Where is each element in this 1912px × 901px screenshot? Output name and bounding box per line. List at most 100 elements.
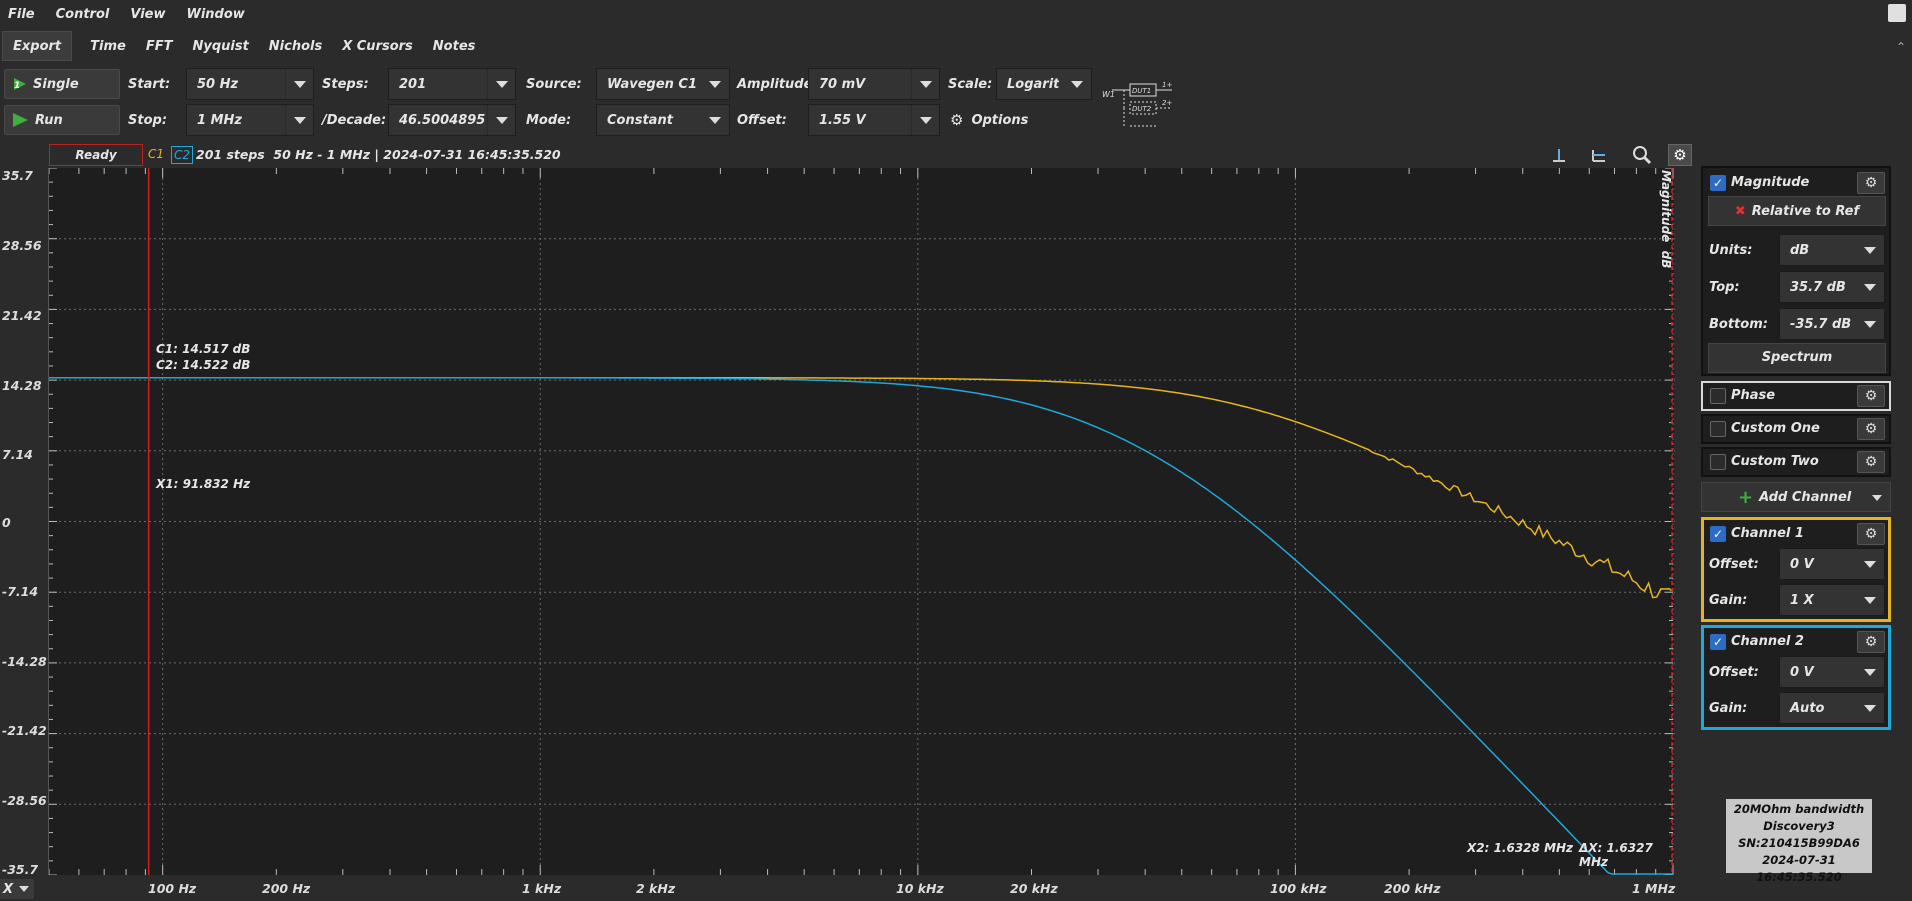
- menu-bar: File Control View Window: [0, 0, 1912, 28]
- ch1-gain-value: 1 X: [1790, 592, 1814, 608]
- chevron-down-icon[interactable]: [285, 69, 313, 99]
- magnitude-gear-icon[interactable]: ⚙: [1857, 172, 1885, 194]
- stop-field[interactable]: 1 MHz: [186, 104, 314, 136]
- channel-c1-badge[interactable]: C1: [148, 147, 164, 161]
- bode-plot: [49, 168, 1675, 875]
- scale-select[interactable]: Logarith: [996, 68, 1092, 100]
- ch1-offset-field[interactable]: 0 V: [1779, 548, 1885, 580]
- custom-one-gear-icon[interactable]: ⚙: [1857, 418, 1885, 440]
- menu-window[interactable]: Window: [186, 7, 244, 22]
- y-tick-label: 21.42: [2, 308, 42, 323]
- chevron-down-icon[interactable]: [1856, 693, 1884, 723]
- decade-label: /Decade:: [322, 112, 387, 128]
- start-field[interactable]: 50 Hz: [186, 68, 314, 100]
- channel-2-trace: [49, 376, 1673, 875]
- chevron-down-icon[interactable]: [285, 105, 313, 135]
- cursor-tool-icon[interactable]: [1550, 146, 1568, 164]
- steps-field[interactable]: 201: [388, 68, 516, 100]
- add-channel-label: Add Channel: [1759, 489, 1852, 505]
- spectrum-button[interactable]: Spectrum: [1708, 343, 1886, 373]
- chevron-down-icon[interactable]: [1856, 235, 1884, 265]
- offset-value: 1.55 V: [819, 112, 866, 128]
- plot-area[interactable]: C1: 14.517 dB C2: 14.522 dB X1: 91.832 H…: [48, 168, 1675, 875]
- options-button[interactable]: ⚙ Options: [950, 105, 1028, 135]
- channel-c2-badge[interactable]: C2: [171, 146, 193, 164]
- amplitude-field[interactable]: 70 mV: [808, 68, 940, 100]
- channel-1-gear-icon[interactable]: ⚙: [1857, 523, 1885, 545]
- custom-two-gear-icon[interactable]: ⚙: [1857, 451, 1885, 473]
- ch2-offset-field[interactable]: 0 V: [1779, 656, 1885, 688]
- chevron-down-icon[interactable]: [1856, 585, 1884, 615]
- chevron-down-icon[interactable]: [487, 69, 515, 99]
- chevron-down-icon[interactable]: [1063, 69, 1091, 99]
- y-tick-label: 35.7: [2, 168, 33, 183]
- chevron-down-icon[interactable]: [1856, 549, 1884, 579]
- cursor-x2-readout: X2: 1.6328 MHz: [1467, 841, 1574, 855]
- custom-two-checkbox[interactable]: [1710, 454, 1726, 470]
- chevron-down-icon[interactable]: [911, 105, 939, 135]
- plot-grid: [49, 168, 1675, 875]
- cursor-c2-readout: C2: 14.522 dB: [156, 358, 251, 372]
- tab-export[interactable]: Export: [2, 31, 73, 61]
- single-button[interactable]: 1 Single: [4, 69, 120, 99]
- chevron-down-icon[interactable]: [487, 105, 515, 135]
- panel-pin-icon[interactable]: ⌃: [1896, 40, 1906, 54]
- scale-label: Scale:: [948, 76, 993, 92]
- custom-one-checkbox[interactable]: [1710, 421, 1726, 437]
- single-icon: 1: [14, 78, 26, 91]
- ch1-gain-select[interactable]: 1 X: [1779, 584, 1885, 616]
- y-tick-label: -35.7: [2, 862, 39, 877]
- source-label: Source:: [526, 76, 582, 92]
- tab-nichols[interactable]: Nichols: [259, 31, 332, 61]
- custom-one-group: Custom One ⚙: [1701, 414, 1891, 444]
- magnitude-checkbox[interactable]: ✓: [1710, 175, 1726, 191]
- plot-settings-gear-icon[interactable]: ⚙: [1668, 144, 1692, 166]
- menu-control[interactable]: Control: [56, 7, 110, 22]
- chevron-down-icon[interactable]: [911, 69, 939, 99]
- x-tick-label: 1 MHz: [1632, 881, 1676, 896]
- units-select[interactable]: dB: [1779, 234, 1885, 266]
- channel-2-checkbox[interactable]: ✓: [1710, 634, 1726, 650]
- add-channel-button[interactable]: + Add Channel: [1701, 482, 1891, 512]
- phase-checkbox[interactable]: [1710, 388, 1726, 404]
- decade-field[interactable]: 46.5004895: [388, 104, 516, 136]
- ch1-offset-label: Offset:: [1709, 557, 1759, 572]
- offset-field[interactable]: 1.55 V: [808, 104, 940, 136]
- relative-to-ref-button[interactable]: ✖ Relative to Ref: [1708, 196, 1886, 226]
- menu-file[interactable]: File: [8, 7, 35, 22]
- plus-icon: +: [1738, 486, 1754, 508]
- dut-wiring-diagram: W1 DUT1 1+ DUT2 2+: [1102, 81, 1172, 127]
- chevron-down-icon[interactable]: [1872, 495, 1882, 501]
- top-field[interactable]: 35.7 dB: [1779, 271, 1885, 303]
- phase-gear-icon[interactable]: ⚙: [1857, 385, 1885, 407]
- chevron-down-icon[interactable]: [701, 69, 729, 99]
- chevron-down-icon[interactable]: [1856, 657, 1884, 687]
- svg-text:1: 1: [14, 81, 20, 91]
- chevron-down-icon: [19, 886, 30, 892]
- channel-2-gear-icon[interactable]: ⚙: [1857, 631, 1885, 653]
- tab-time[interactable]: Time: [80, 31, 136, 61]
- channel-1-checkbox[interactable]: ✓: [1710, 526, 1726, 542]
- chevron-down-icon[interactable]: [701, 105, 729, 135]
- ch2-gain-select[interactable]: Auto: [1779, 692, 1885, 724]
- cursor-horizontal-icon[interactable]: [1590, 146, 1608, 164]
- run-button[interactable]: Run: [4, 105, 120, 135]
- menu-view[interactable]: View: [130, 7, 165, 22]
- bottom-field[interactable]: -35.7 dB: [1779, 308, 1885, 340]
- tab-notes[interactable]: Notes: [423, 31, 486, 61]
- ch2-gain-value: Auto: [1790, 700, 1825, 716]
- x-axis-selector[interactable]: X: [0, 879, 34, 899]
- source-select[interactable]: Wavegen C1: [596, 68, 730, 100]
- tab-x-cursors[interactable]: X Cursors: [332, 31, 423, 61]
- zoom-icon[interactable]: [1632, 145, 1652, 165]
- y-tick-label: -7.14: [2, 584, 39, 599]
- device-info-box: 20MOhm bandwidth Discovery3 SN:210415B99…: [1726, 799, 1872, 884]
- mode-select[interactable]: Constant: [596, 104, 730, 136]
- ch1-offset-value: 0 V: [1790, 556, 1814, 572]
- chevron-down-icon[interactable]: [1856, 309, 1884, 339]
- tab-nyquist[interactable]: Nyquist: [182, 31, 258, 61]
- status-ready: Ready: [49, 144, 143, 166]
- window-restore-icon[interactable]: [1888, 4, 1906, 22]
- chevron-down-icon[interactable]: [1856, 272, 1884, 302]
- tab-fft[interactable]: FFT: [136, 31, 183, 61]
